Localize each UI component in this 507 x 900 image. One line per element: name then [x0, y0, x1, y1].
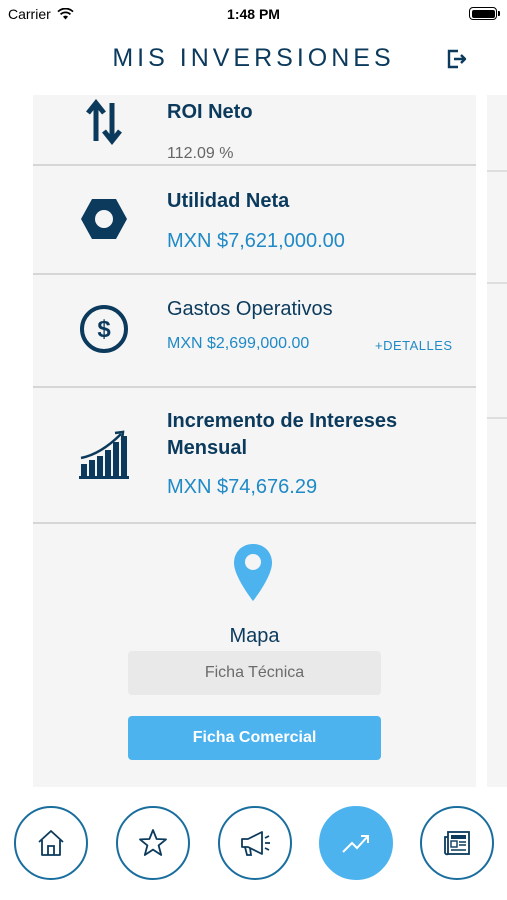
- nav-home-button[interactable]: [14, 806, 88, 880]
- newspaper-icon: [444, 831, 470, 856]
- dollar-circle-icon: $: [77, 302, 131, 356]
- metric-title: Utilidad Neta: [167, 190, 290, 212]
- metric-row-roi: ROI Neto 112.09 %: [33, 95, 476, 166]
- metric-value: MXN $74,676.29: [167, 476, 318, 498]
- header: MIS INVERSIONES: [0, 40, 507, 80]
- nav-announcements-button[interactable]: [218, 806, 292, 880]
- metric-title: ROI Neto: [167, 101, 253, 123]
- details-link[interactable]: +DETALLES: [375, 338, 453, 353]
- status-bar: Carrier 1:48 PM: [0, 0, 507, 28]
- next-card-edge: [487, 95, 507, 787]
- home-icon: [38, 830, 64, 856]
- metric-title: Gastos Operativos: [167, 298, 333, 320]
- ficha-tecnica-button[interactable]: Ficha Técnica: [128, 651, 381, 695]
- clock: 1:48 PM: [227, 6, 280, 22]
- bar-chart-growth-icon: [77, 428, 131, 482]
- metric-title-line1: Incremento de Intereses: [167, 410, 398, 432]
- star-icon: [139, 829, 167, 856]
- ficha-comercial-button[interactable]: Ficha Comercial: [128, 716, 381, 760]
- logout-icon: [447, 49, 467, 69]
- map-label[interactable]: Mapa: [33, 625, 476, 648]
- metric-row-incremento-intereses: Incremento de Intereses Mensual MXN $74,…: [33, 388, 476, 524]
- metric-row-gastos-operativos: $ Gastos Operativos MXN $2,699,000.00 +D…: [33, 275, 476, 388]
- metric-value: MXN $2,699,000.00: [167, 335, 310, 352]
- map-pin-icon[interactable]: [233, 543, 273, 603]
- investment-details-panel[interactable]: ROI Neto 112.09 % Utilidad Neta MXN $7,6…: [33, 95, 476, 787]
- battery-icon: [469, 7, 500, 20]
- logout-button[interactable]: [443, 46, 469, 72]
- nav-news-button[interactable]: [420, 806, 494, 880]
- map-section: Mapa: [33, 543, 476, 653]
- hexagon-nut-icon: [77, 192, 131, 246]
- page-title: MIS INVERSIONES: [112, 44, 395, 72]
- metric-row-utilidad-neta: Utilidad Neta MXN $7,621,000.00: [33, 166, 476, 275]
- nav-investments-button[interactable]: [319, 806, 393, 880]
- arrows-up-down-icon: [77, 95, 131, 149]
- bottom-nav: [0, 800, 507, 900]
- svg-text:$: $: [97, 316, 111, 343]
- metric-title-line2: Mensual: [167, 437, 248, 459]
- trending-up-icon: [342, 835, 369, 853]
- nav-favorites-button[interactable]: [116, 806, 190, 880]
- megaphone-icon: [241, 831, 270, 856]
- metric-value: MXN $7,621,000.00: [167, 230, 345, 252]
- metric-value: 112.09 %: [167, 145, 234, 162]
